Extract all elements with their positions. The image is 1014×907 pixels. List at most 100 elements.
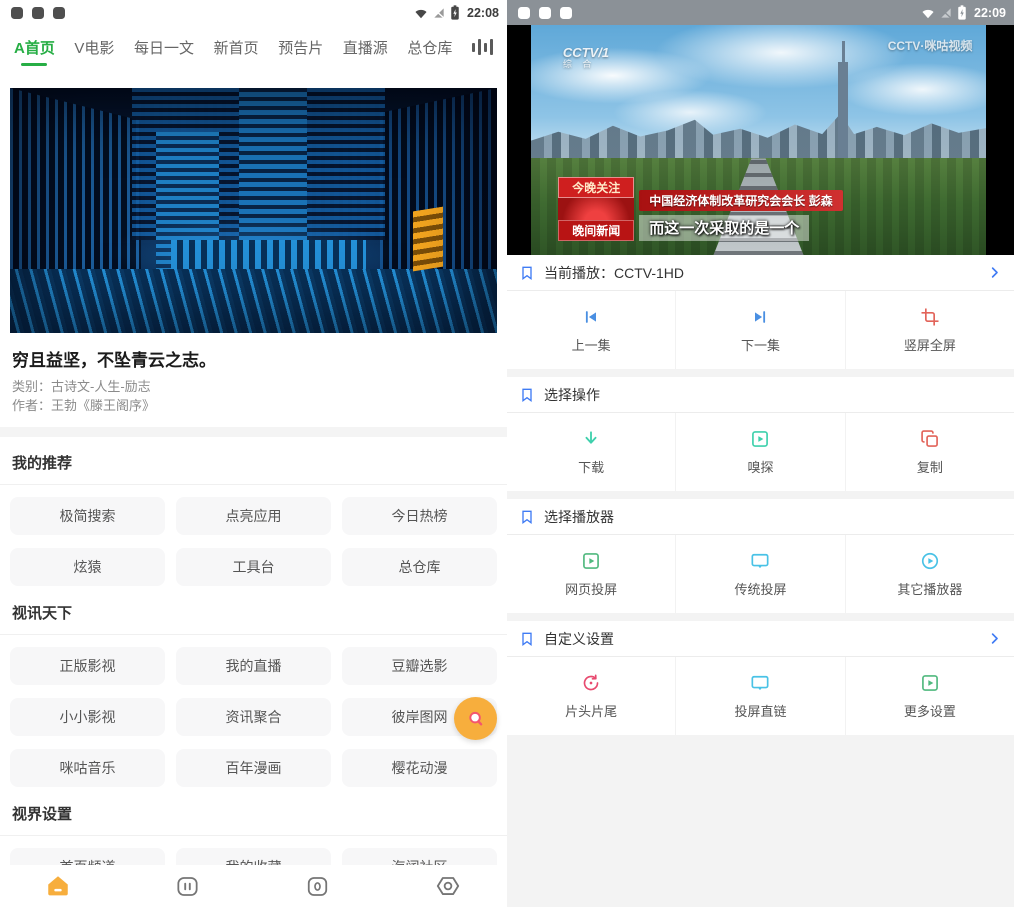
- notification-square-icon: [32, 7, 44, 19]
- notification-icons: [518, 7, 572, 19]
- zero-badge-icon: [305, 874, 330, 899]
- status-bar: 22:09: [507, 0, 1014, 25]
- skip-next-icon: [750, 307, 770, 327]
- shortcut-button[interactable]: 百年漫画: [176, 749, 331, 787]
- bookmark-icon: [519, 387, 535, 403]
- action-label: 复制: [917, 457, 943, 476]
- download-button[interactable]: 下载: [507, 413, 675, 491]
- wifi-icon: [414, 6, 428, 20]
- chevron-right-icon: [987, 265, 1002, 280]
- tab-movies[interactable]: V电影: [74, 37, 114, 58]
- next-episode-button[interactable]: 下一集: [675, 291, 844, 369]
- traditional-cast-button[interactable]: 传统投屏: [675, 535, 844, 613]
- tab-new-home[interactable]: 新首页: [214, 37, 259, 58]
- tab-trailers[interactable]: 预告片: [278, 37, 323, 58]
- cast-display-icon: [750, 673, 770, 693]
- notification-icons: [11, 7, 65, 19]
- action-label: 片头片尾: [565, 701, 617, 720]
- notification-square-icon: [11, 7, 23, 19]
- quote-author: 作者：王勃《滕王阁序》: [12, 397, 495, 416]
- section-header-label: 选择播放器: [544, 507, 614, 527]
- shortcut-button[interactable]: 樱花动漫: [342, 749, 497, 787]
- now-playing-row[interactable]: 当前播放：CCTV-1HD: [507, 255, 1014, 291]
- shortcut-button[interactable]: 豆瓣选影: [342, 647, 497, 685]
- video-frame: CCTV/1 综 合 CCTV·咪咕视频 今晚关注 晚间新闻 中国经济体制改革研…: [531, 25, 986, 255]
- bookmark-icon: [519, 265, 535, 281]
- action-label: 竖屏全屏: [904, 335, 956, 354]
- section-title-view-settings: 视界设置: [0, 788, 507, 836]
- pause-icon: [175, 874, 200, 899]
- more-settings-button[interactable]: 更多设置: [845, 657, 1014, 735]
- action-label: 下载: [578, 457, 604, 476]
- clock-time: 22:09: [974, 6, 1006, 20]
- portrait-fullscreen-button[interactable]: 竖屏全屏: [845, 291, 1014, 369]
- action-label: 下一集: [741, 335, 780, 354]
- shortcut-button[interactable]: 点亮应用: [176, 497, 331, 535]
- shortcut-button[interactable]: 工具台: [176, 548, 331, 586]
- shortcut-button[interactable]: 资讯聚合: [176, 698, 331, 736]
- banner-subtitle: 而这一次采取的是一个: [639, 215, 809, 241]
- crop-icon: [920, 307, 940, 327]
- tab-live-sources[interactable]: 直播源: [343, 37, 388, 58]
- notification-square-icon: [560, 7, 572, 19]
- nav-settings-button[interactable]: [434, 873, 461, 900]
- cast-link-button[interactable]: 投屏直链: [675, 657, 844, 735]
- tab-warehouse[interactable]: 总仓库: [407, 37, 452, 58]
- copy-icon: [920, 429, 940, 449]
- play-square-icon: [581, 551, 601, 571]
- section-divider: [0, 427, 507, 437]
- equalizer-icon[interactable]: [472, 38, 493, 56]
- cast-display-icon: [750, 551, 770, 571]
- play-circle-icon: [920, 551, 940, 571]
- battery-charging-icon: [957, 5, 967, 20]
- clock-time: 22:08: [467, 6, 499, 20]
- shortcut-button[interactable]: 炫猿: [10, 548, 165, 586]
- notification-square-icon: [518, 7, 530, 19]
- tab-daily-article[interactable]: 每日一文: [134, 37, 194, 58]
- chevron-right-icon: [987, 631, 1002, 646]
- wifi-icon: [921, 6, 935, 20]
- nav-home-button[interactable]: [44, 873, 71, 900]
- daily-quote-meta: 类别：古诗文-人生-励志 作者：王勃《滕王阁序》: [12, 378, 495, 416]
- notification-square-icon: [53, 7, 65, 19]
- shortcut-button[interactable]: 咪咕音乐: [10, 749, 165, 787]
- hero-image-anechoic-chamber[interactable]: [10, 88, 497, 333]
- intro-outro-button[interactable]: 片头片尾: [507, 657, 675, 735]
- section-header-label: 自定义设置: [544, 629, 614, 649]
- bookmark-icon: [519, 509, 535, 525]
- previous-episode-button[interactable]: 上一集: [507, 291, 675, 369]
- shortcut-button[interactable]: 极简搜索: [10, 497, 165, 535]
- action-label: 上一集: [572, 335, 611, 354]
- video-player[interactable]: CCTV/1 综 合 CCTV·咪咕视频 今晚关注 晚间新闻 中国经济体制改革研…: [507, 25, 1014, 255]
- action-label: 网页投屏: [565, 579, 617, 598]
- home-screen: 22:08 A首页 V电影 每日一文 新首页 预告片 直播源 总仓库 穷且益坚，…: [0, 0, 507, 907]
- custom-settings-row[interactable]: 自定义设置: [507, 621, 1014, 657]
- sniff-button[interactable]: 嗅探: [675, 413, 844, 491]
- shortcut-button[interactable]: 正版影视: [10, 647, 165, 685]
- shortcut-button[interactable]: 我的直播: [176, 647, 331, 685]
- action-label: 其它播放器: [897, 579, 962, 598]
- action-label: 投屏直链: [734, 701, 786, 720]
- nav-downloads-button[interactable]: [304, 873, 331, 900]
- action-row: 下载 嗅探 复制: [507, 413, 1014, 491]
- banner-globe-graphic: [558, 198, 634, 220]
- shortcut-button[interactable]: 小小影视: [10, 698, 165, 736]
- action-label: 传统投屏: [734, 579, 786, 598]
- tab-home[interactable]: A首页: [14, 37, 55, 58]
- action-row: 网页投屏 传统投屏 其它播放器: [507, 535, 1014, 613]
- action-label: 更多设置: [904, 701, 956, 720]
- bookmark-icon: [519, 631, 535, 647]
- search-fab-button[interactable]: [454, 697, 497, 740]
- web-cast-button[interactable]: 网页投屏: [507, 535, 675, 613]
- copy-button[interactable]: 复制: [845, 413, 1014, 491]
- news-banner: 今晚关注 晚间新闻 中国经济体制改革研究会会长 彭森 而这一次采取的是一个: [558, 177, 842, 241]
- shortcut-button[interactable]: 总仓库: [342, 548, 497, 586]
- watermark-text: CCTV·咪咕视频: [888, 37, 973, 54]
- other-players-button[interactable]: 其它播放器: [845, 535, 1014, 613]
- banner-program: 晚间新闻: [558, 220, 634, 241]
- daily-quote-title: 穷且益坚，不坠青云之志。: [12, 346, 495, 371]
- nav-pause-button[interactable]: [174, 873, 201, 900]
- play-square-icon: [750, 429, 770, 449]
- shortcut-button[interactable]: 今日热榜: [342, 497, 497, 535]
- battery-charging-icon: [450, 5, 460, 20]
